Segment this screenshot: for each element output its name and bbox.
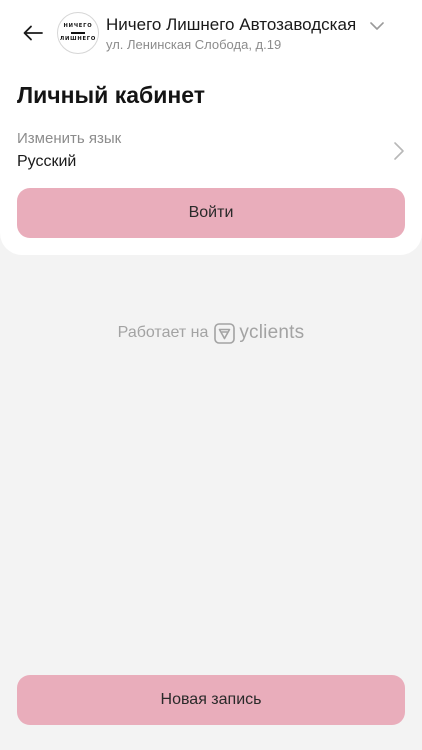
venue-logo: НИЧЕГО ЛИШНЕГО xyxy=(57,12,99,54)
language-value: Русский xyxy=(17,153,77,170)
powered-by[interactable]: Работает на yclients xyxy=(0,322,422,344)
venue-address: ул. Ленинская Слобода, д.19 xyxy=(106,37,282,52)
arrow-left-icon xyxy=(23,25,43,41)
logo-text-bottom: ЛИШНЕГО xyxy=(59,35,97,42)
logo-divider xyxy=(71,32,85,34)
page-title: Личный кабинет xyxy=(17,82,205,108)
language-label: Изменить язык xyxy=(17,130,122,147)
language-selector[interactable]: Изменить язык Русский xyxy=(0,126,422,176)
powered-by-text: Работает на xyxy=(117,324,209,341)
login-button[interactable]: Войти xyxy=(17,188,405,238)
logo-text-top: НИЧЕГО xyxy=(63,23,93,30)
chevron-down-icon[interactable] xyxy=(369,20,385,32)
venue-name[interactable]: Ничего Лишнего Автозаводская xyxy=(106,15,356,35)
new-booking-button[interactable]: Новая запись xyxy=(17,675,405,725)
header: НИЧЕГО ЛИШНЕГО Ничего Лишнего Автозаводс… xyxy=(0,0,422,66)
yclients-logo-icon xyxy=(214,322,236,344)
account-card: НИЧЕГО ЛИШНЕГО Ничего Лишнего Автозаводс… xyxy=(0,0,422,255)
brand-name: yclients xyxy=(239,322,305,343)
back-button[interactable] xyxy=(18,18,48,48)
chevron-right-icon xyxy=(394,142,404,160)
